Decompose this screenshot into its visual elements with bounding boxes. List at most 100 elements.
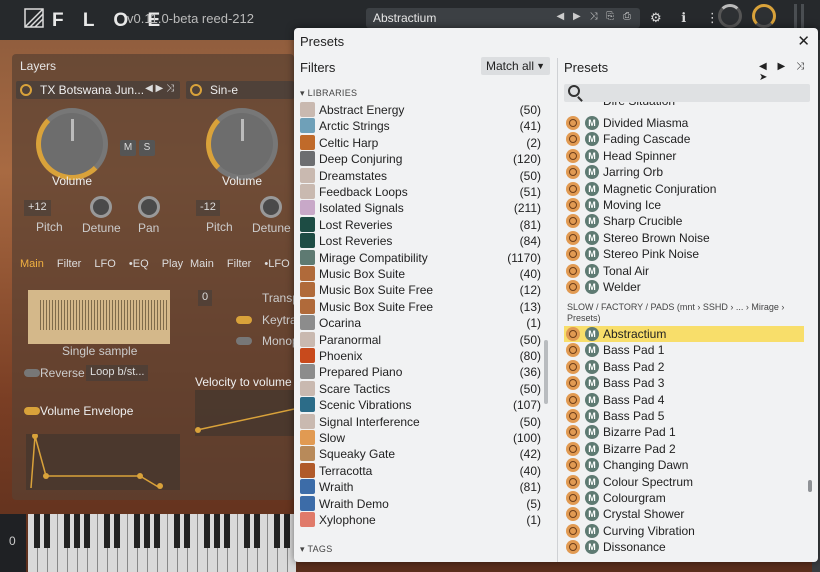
preset-item[interactable]: M Bass Pad 5 — [564, 408, 804, 424]
library-item[interactable]: Lost Reveries (84) — [300, 233, 544, 249]
library-item[interactable]: Scare Tactics (50) — [300, 380, 544, 397]
layer2-instrument[interactable]: Sin-e — [210, 83, 238, 97]
library-item[interactable]: Music Box Suite Free (13) — [300, 298, 544, 315]
presets-nav-icons[interactable]: ◀ ▶ ⤨ ➤ — [759, 61, 818, 83]
mute-button[interactable]: M — [120, 140, 136, 156]
preset-item[interactable]: M Curving Vibration — [564, 523, 804, 539]
library-item[interactable]: Lost Reveries (81) — [300, 216, 544, 233]
tags-header[interactable]: ▾ TAGS — [300, 544, 333, 555]
preset-item[interactable]: M Bass Pad 1 — [564, 342, 804, 358]
loop-mode-select[interactable]: Loop b/st... — [86, 365, 149, 381]
settings-info-menu-icons[interactable]: ⚙ ℹ ⋮ — [650, 10, 727, 26]
preset-item[interactable]: M Stereo Pink Noise — [564, 246, 804, 262]
preset-item[interactable]: M Sharp Crucible — [564, 213, 804, 229]
libraries-header[interactable]: ▾ LIBRARIES — [300, 88, 357, 99]
layer1-tabs[interactable]: Main Filter LFO •EQ Play — [20, 258, 193, 270]
preset-item[interactable]: M Stereo Brown Noise — [564, 230, 804, 246]
reverse-toggle[interactable] — [24, 369, 40, 377]
master-knob-2[interactable] — [752, 4, 776, 28]
preset-item-partial[interactable]: Dire Situation — [564, 102, 804, 108]
library-item[interactable]: Signal Interference (50) — [300, 413, 544, 430]
library-item[interactable]: Slow (100) — [300, 430, 544, 446]
layer1-instrument[interactable]: TX Botswana Jun... — [40, 83, 144, 97]
volume-envelope-toggle[interactable] — [24, 407, 40, 415]
preset-item[interactable]: M Bizarre Pad 2 — [564, 441, 804, 457]
preset-item[interactable]: M Bass Pad 4 — [564, 392, 804, 408]
library-item[interactable]: Arctic Strings (41) — [300, 118, 544, 134]
octave-control[interactable]: 0 — [0, 514, 26, 572]
layer2-header[interactable]: Sin-e — [186, 81, 294, 99]
library-item[interactable]: Scenic Vibrations (107) — [300, 397, 544, 413]
layer2-pitch-value[interactable]: -12 — [196, 200, 220, 216]
preset-selector[interactable]: Abstractium ◀ ▶ ⤨ ⎘ ⎙ — [366, 8, 640, 28]
library-item[interactable]: Wraith Demo (5) — [300, 495, 544, 512]
current-preset-name[interactable]: Abstractium — [373, 11, 436, 25]
tab-filter[interactable]: Filter — [227, 258, 251, 270]
library-item[interactable]: Abstract Energy (50) — [300, 102, 544, 118]
solo-button[interactable]: S — [139, 140, 155, 156]
preset-item[interactable]: M Bass Pad 3 — [564, 375, 804, 391]
piano-keyboard[interactable] — [28, 514, 296, 572]
tab-main[interactable]: Main — [190, 258, 214, 270]
close-icon[interactable]: ✕ — [797, 32, 810, 50]
preset-item[interactable]: M Head Spinner — [564, 148, 804, 164]
layer1-header[interactable]: TX Botswana Jun... ◀ ▶ ⤨ — [16, 81, 180, 99]
preset-item[interactable]: M Divided Miasma — [564, 115, 804, 131]
library-item[interactable]: Celtic Harp (2) — [300, 134, 544, 151]
library-item[interactable]: Music Box Suite (40) — [300, 266, 544, 282]
preset-search[interactable] — [564, 84, 810, 102]
tab-lfo[interactable]: •LFO — [264, 258, 289, 270]
preset-item[interactable]: M Dissonance — [564, 539, 804, 555]
presets-scrollbar[interactable] — [808, 480, 812, 492]
preset-item[interactable]: M Colour Spectrum — [564, 474, 804, 490]
preset-item[interactable]: M Jarring Orb — [564, 164, 804, 180]
layer1-pitch-value[interactable]: +12 — [24, 200, 51, 216]
library-item[interactable]: Isolated Signals (211) — [300, 200, 544, 216]
monophonic-toggle[interactable] — [236, 337, 252, 345]
library-item[interactable]: Phoenix (80) — [300, 348, 544, 364]
preset-item-selected[interactable]: M Abstractium — [564, 326, 804, 342]
filters-scrollbar[interactable] — [544, 340, 548, 404]
preset-item[interactable]: M Moving Ice — [564, 197, 804, 213]
layer1-detune-knob[interactable] — [90, 196, 112, 218]
library-item[interactable]: Dreamstates (50) — [300, 167, 544, 184]
tab-play[interactable]: Play — [162, 258, 183, 270]
layer2-volume-knob[interactable] — [206, 108, 278, 180]
preset-item[interactable]: M Bizarre Pad 1 — [564, 424, 804, 440]
volume-envelope-editor[interactable] — [26, 433, 180, 490]
layer1-pan-knob[interactable] — [138, 196, 160, 218]
preset-nav-icons[interactable]: ◀ ▶ ⤨ ⎘ ⎙ — [557, 11, 635, 22]
layer1-volume-knob[interactable] — [36, 108, 108, 180]
preset-item[interactable]: M Welder — [564, 279, 804, 295]
waveform-display[interactable] — [28, 290, 170, 344]
preset-item[interactable]: M Fading Cascade — [564, 131, 804, 147]
master-knob-1[interactable] — [718, 4, 742, 28]
power-icon[interactable] — [190, 84, 202, 96]
preset-item[interactable]: M Bass Pad 2 — [564, 359, 804, 375]
library-item[interactable]: Xylophone (1) — [300, 512, 544, 528]
keytrack-toggle[interactable] — [236, 316, 252, 324]
library-item[interactable]: Feedback Loops (51) — [300, 184, 544, 200]
preset-item[interactable]: M Crystal Shower — [564, 506, 804, 522]
tab-filter[interactable]: Filter — [57, 258, 81, 270]
layer2-tabs[interactable]: Main Filter •LFO — [190, 258, 300, 270]
velocity-curve[interactable] — [195, 390, 300, 436]
tab-eq[interactable]: •EQ — [129, 258, 149, 270]
library-item[interactable]: Mirage Compatibility (1170) — [300, 249, 544, 266]
preset-item[interactable]: M Magnetic Conjuration — [564, 181, 804, 197]
preset-item[interactable]: M Changing Dawn — [564, 457, 804, 473]
layer2-detune-knob[interactable] — [260, 196, 282, 218]
layer1-nav-icons[interactable]: ◀ ▶ ⤨ — [145, 83, 174, 94]
library-item[interactable]: Wraith (81) — [300, 479, 544, 495]
library-item[interactable]: Paranormal (50) — [300, 331, 544, 348]
tab-lfo[interactable]: LFO — [94, 258, 115, 270]
match-mode-select[interactable]: Match all ▼ — [481, 57, 550, 75]
preset-item[interactable]: M Colourgram — [564, 490, 804, 506]
preset-item[interactable]: M Tonal Air — [564, 263, 804, 279]
library-item[interactable]: Prepared Piano (36) — [300, 364, 544, 380]
library-item[interactable]: Squeaky Gate (42) — [300, 446, 544, 462]
library-item[interactable]: Ocarina (1) — [300, 315, 544, 331]
transpose-value[interactable]: 0 — [198, 290, 213, 306]
library-item[interactable]: Terracotta (40) — [300, 462, 544, 479]
tab-main[interactable]: Main — [20, 258, 44, 270]
